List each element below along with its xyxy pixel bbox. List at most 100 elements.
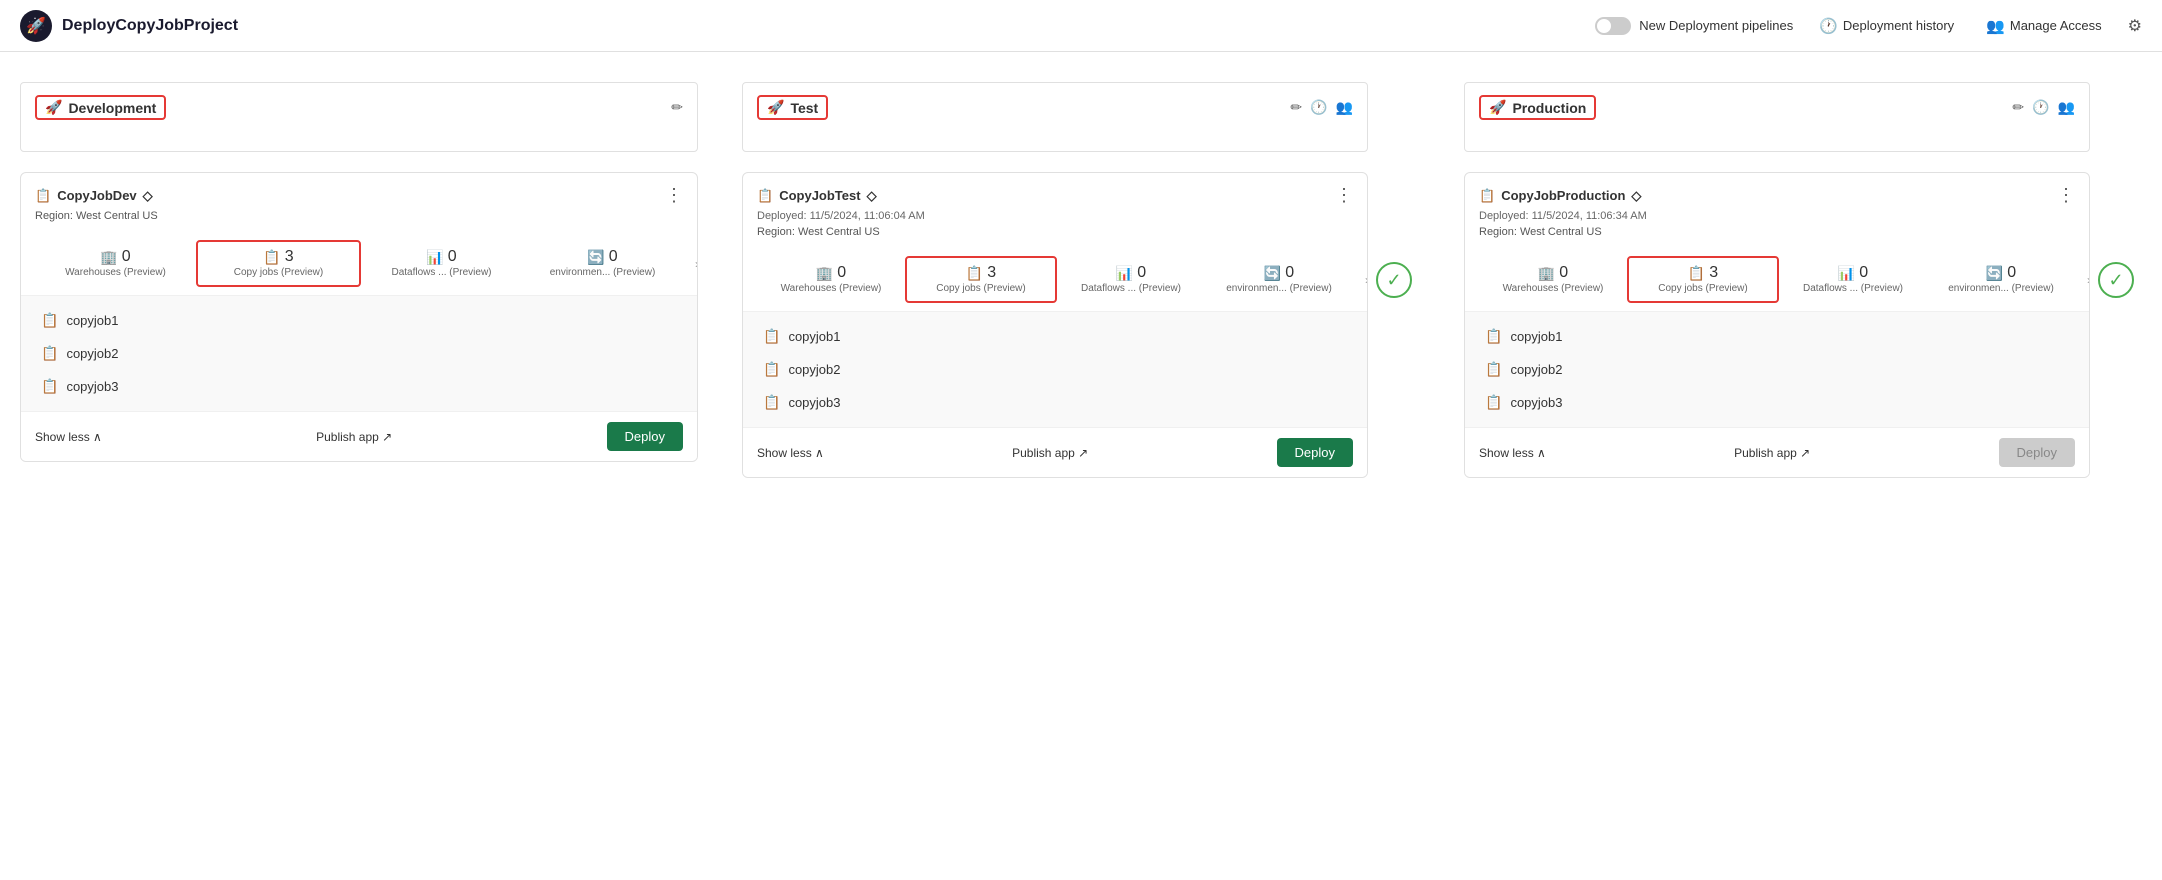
workspace-diamond-development: ◇ [143, 188, 153, 204]
stat-label-test-0: Warehouses (Preview) [781, 282, 882, 295]
stage-name-text-test: Test [790, 100, 818, 116]
stat-production-0[interactable]: 🏢 0 Warehouses (Preview) [1479, 258, 1627, 301]
job-icon-production-2: 📋 [1485, 394, 1502, 411]
stat-value-production-1: 3 [1709, 264, 1718, 282]
stat-test-0[interactable]: 🏢 0 Warehouses (Preview) [757, 258, 905, 301]
show-less-button-test[interactable]: Show less ∧ [757, 446, 824, 460]
stats-next-test[interactable]: › [1365, 273, 1368, 287]
jobs-list-production: 📋 copyjob1 📋 copyjob2 📋 copyjob3 [1465, 312, 2089, 427]
card-footer-development: Show less ∧ Publish app ↗ Deploy [21, 411, 697, 461]
stat-icon-production-3: 🔄 [1986, 265, 2003, 282]
history-icon-test[interactable]: 🕐 [1310, 99, 1327, 116]
card-footer-production: Show less ∧ Publish app ↗ Deploy [1465, 427, 2089, 477]
workspace-header-test: 📋 CopyJobTest ◇ ⋮ [743, 173, 1367, 210]
stat-icon-development-2: 📊 [426, 249, 443, 266]
publish-button-development[interactable]: Publish app ↗ [316, 430, 392, 444]
stat-value-test-1: 3 [987, 264, 996, 282]
show-less-button-development[interactable]: Show less ∧ [35, 430, 102, 444]
workspace-name-test: CopyJobTest [779, 188, 860, 203]
stat-icon-development-3: 🔄 [587, 249, 604, 266]
stat-development-2[interactable]: 📊 0 Dataflows ... (Preview) [361, 242, 522, 285]
manage-access-button[interactable]: 👥 Manage Access [1980, 13, 2107, 39]
stat-development-3[interactable]: 🔄 0 environmen... (Preview) [522, 242, 683, 285]
stat-label-development-2: Dataflows ... (Preview) [391, 266, 491, 279]
workspace-title-production: 📋 CopyJobProduction ◇ [1479, 188, 1641, 204]
workspace-title-test: 📋 CopyJobTest ◇ [757, 188, 877, 204]
stat-icon-test-1: 📋 [966, 265, 983, 282]
workspace-diamond-test: ◇ [867, 188, 877, 204]
deploy-icon-production[interactable]: 👥 [2058, 99, 2075, 116]
app-title: DeployCopyJobProject [62, 17, 238, 35]
job-name-development-0: copyjob1 [66, 313, 118, 328]
toggle-control[interactable] [1595, 17, 1631, 35]
workspace-name-production: CopyJobProduction [1501, 188, 1625, 203]
deployment-history-button[interactable]: 🕐 Deployment history [1813, 13, 1960, 39]
edit-icon-production[interactable]: ✏ [2012, 99, 2024, 116]
job-item-production-1: 📋 copyjob2 [1465, 353, 2089, 386]
publish-button-test[interactable]: Publish app ↗ [1012, 446, 1088, 460]
settings-icon[interactable]: ⚙ [2128, 16, 2142, 36]
workspace-more-production[interactable]: ⋮ [2057, 185, 2075, 206]
deploy-button-production[interactable]: Deploy [1999, 438, 2075, 467]
stage-column-development: 🚀 Development ✏ 📋 CopyJobDev ◇ ⋮ [20, 82, 698, 462]
stat-icon-production-2: 📊 [1838, 265, 1855, 282]
stats-row-test: 🏢 0 Warehouses (Preview) 📋 3 Copy jobs (… [743, 248, 1367, 312]
stat-development-1[interactable]: 📋 3 Copy jobs (Preview) [196, 240, 361, 287]
stats-next-production[interactable]: › [2087, 273, 2090, 287]
stat-value-development-2: 0 [448, 248, 457, 266]
stage-name-label-test: 🚀 Test [757, 95, 828, 120]
edit-icon-development[interactable]: ✏ [671, 99, 683, 116]
workspace-region-test: Region: West Central US [743, 226, 1367, 248]
stat-production-1[interactable]: 📋 3 Copy jobs (Preview) [1627, 256, 1779, 303]
stat-test-3[interactable]: 🔄 0 environmen... (Preview) [1205, 258, 1353, 301]
stat-test-1[interactable]: 📋 3 Copy jobs (Preview) [905, 256, 1057, 303]
stats-row-production: 🏢 0 Warehouses (Preview) 📋 3 Copy jobs (… [1465, 248, 2089, 312]
stat-count-production-3: 🔄 0 [1986, 264, 2016, 282]
job-icon-production-0: 📋 [1485, 328, 1502, 345]
stage-wrapper-development: 🚀 Development ✏ 📋 CopyJobDev ◇ ⋮ [20, 82, 698, 462]
workspace-more-test[interactable]: ⋮ [1335, 185, 1353, 206]
stat-value-development-0: 0 [122, 248, 131, 266]
new-deployment-pipelines-toggle[interactable]: New Deployment pipelines [1595, 17, 1793, 35]
job-icon-test-0: 📋 [763, 328, 780, 345]
history-icon-production[interactable]: 🕐 [2032, 99, 2049, 116]
stat-count-production-1: 📋 3 [1688, 264, 1718, 282]
stats-row-development: 🏢 0 Warehouses (Preview) 📋 3 Copy jobs (… [21, 232, 697, 296]
stat-icon-development-0: 🏢 [100, 249, 117, 266]
jobs-list-test: 📋 copyjob1 📋 copyjob2 📋 copyjob3 [743, 312, 1367, 427]
workspace-card-development: 📋 CopyJobDev ◇ ⋮ Region: West Central US… [20, 172, 698, 462]
stat-count-development-0: 🏢 0 [100, 248, 130, 266]
header-right: New Deployment pipelines 🕐 Deployment hi… [1595, 13, 2142, 39]
stats-next-development[interactable]: › [695, 257, 698, 271]
workspace-more-development[interactable]: ⋮ [665, 185, 683, 206]
header: 🚀 DeployCopyJobProject New Deployment pi… [0, 0, 2162, 52]
stat-label-production-0: Warehouses (Preview) [1503, 282, 1604, 295]
stat-production-3[interactable]: 🔄 0 environmen... (Preview) [1927, 258, 2075, 301]
stat-production-2[interactable]: 📊 0 Dataflows ... (Preview) [1779, 258, 1927, 301]
stat-icon-development-1: 📋 [263, 249, 280, 266]
publish-button-production[interactable]: Publish app ↗ [1734, 446, 1810, 460]
header-left: 🚀 DeployCopyJobProject [20, 10, 238, 42]
stages-container: 🚀 Development ✏ 📋 CopyJobDev ◇ ⋮ [20, 82, 2142, 478]
edit-icon-test[interactable]: ✏ [1290, 99, 1302, 116]
workspace-title-development: 📋 CopyJobDev ◇ [35, 188, 153, 204]
deploy-button-test[interactable]: Deploy [1277, 438, 1353, 467]
stat-test-2[interactable]: 📊 0 Dataflows ... (Preview) [1057, 258, 1205, 301]
stat-label-production-2: Dataflows ... (Preview) [1803, 282, 1903, 295]
stage-wrapper-production: 🚀 Production ✏🕐👥 📋 CopyJobProduction ◇ [1464, 82, 2142, 478]
deploy-button-development[interactable]: Deploy [607, 422, 683, 451]
stat-value-development-1: 3 [285, 248, 294, 266]
stage-name-row-production: 🚀 Production ✏🕐👥 [1479, 95, 2075, 120]
job-name-test-0: copyjob1 [788, 329, 840, 344]
workspace-icon-production: 📋 [1479, 188, 1495, 204]
job-icon-development-0: 📋 [41, 312, 58, 329]
stat-count-test-0: 🏢 0 [816, 264, 846, 282]
show-less-button-production[interactable]: Show less ∧ [1479, 446, 1546, 460]
access-label: Manage Access [2010, 18, 2102, 33]
workspace-region-development: Region: West Central US [21, 210, 697, 232]
stat-value-development-3: 0 [609, 248, 618, 266]
workspace-header-development: 📋 CopyJobDev ◇ ⋮ [21, 173, 697, 210]
job-item-development-0: 📋 copyjob1 [21, 304, 697, 337]
deploy-icon-test[interactable]: 👥 [1336, 99, 1353, 116]
stat-development-0[interactable]: 🏢 0 Warehouses (Preview) [35, 242, 196, 285]
